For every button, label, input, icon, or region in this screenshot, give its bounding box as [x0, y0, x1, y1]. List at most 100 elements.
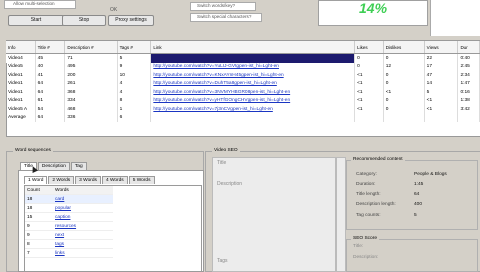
seo-score-label: SEO Score	[351, 236, 379, 241]
start-button[interactable]: Start	[8, 15, 64, 26]
tab-tag[interactable]: Tag	[70, 162, 87, 170]
rec-tag-count-label: Tag counts:	[356, 213, 381, 218]
col-link[interactable]: Link	[150, 41, 356, 54]
cell-views: <1	[424, 105, 459, 114]
cell-views: 22	[424, 53, 459, 63]
table-row[interactable]: Video1 64 368 4 http://youtube.com/watch…	[6, 88, 480, 97]
cell-link[interactable]: http://youtube.com/watch?v=3NVMYHBGR08pe…	[150, 88, 356, 97]
word-count: 9	[25, 230, 53, 240]
word-text[interactable]: popular	[53, 203, 113, 213]
cell-description-count: 495	[64, 62, 118, 71]
multi-select-label: Allow multi-selection	[13, 1, 55, 6]
word-count-table[interactable]: Count Words 18 card 18 popular 15 captio…	[25, 186, 113, 258]
list-item[interactable]: 8 tags	[25, 239, 113, 249]
cell-info: Video5	[6, 62, 36, 71]
word-text[interactable]: caption	[53, 212, 113, 222]
cell-tags-count: 5	[117, 53, 152, 63]
table-row-average[interactable]: Average 64 336 6	[6, 113, 480, 122]
table-row[interactable]: Video5 40 495 9 http://youtube.com/watch…	[6, 62, 480, 71]
table-row[interactable]: Video1 64 261 4 http://youtube.com/watch…	[6, 79, 480, 88]
col-likes[interactable]: Likes	[354, 41, 384, 54]
rec-tag-count-value: 5	[414, 213, 417, 218]
tab-5-words[interactable]: 5 Words	[128, 176, 155, 184]
tab-1-word[interactable]: 1 Word	[24, 176, 48, 184]
cell-duration: 1:38	[457, 96, 480, 105]
col-info[interactable]: Info	[6, 41, 36, 54]
cell-dislikes: 0	[383, 79, 425, 88]
cell-tags-count: 8	[117, 96, 152, 105]
cell-dislikes: 0	[383, 96, 425, 105]
cell-dislikes: 12	[383, 62, 425, 71]
list-item[interactable]: 9 next	[25, 230, 113, 240]
tab-description[interactable]: Description	[37, 162, 70, 170]
cell-link[interactable]: http://youtube.com/watch?v=DuhT5a8gpen-i…	[150, 79, 356, 88]
cell-duration: 2:45	[457, 62, 480, 71]
col-words[interactable]: Words	[53, 186, 113, 195]
cell-views: <1	[424, 96, 459, 105]
list-item[interactable]: 7 links	[25, 248, 113, 258]
rec-description-length-value: 400	[414, 202, 423, 207]
tab-3-words[interactable]: 3 Words	[75, 176, 101, 184]
proxy-settings-button[interactable]: Proxy settings	[108, 15, 154, 26]
word-text[interactable]: card	[53, 194, 113, 204]
word-count-tabs: 1 Word 2 Words 3 Words 4 Words 5 Words	[24, 176, 156, 184]
cell-description-count: 336	[64, 113, 118, 122]
cell-description-count: 468	[64, 105, 118, 114]
results-grid[interactable]: Info Title # Description # Tags # Link L…	[6, 41, 480, 122]
cell-link[interactable]: http://youtube.com/watch?v=yHTfGOngCHVgp…	[150, 96, 356, 105]
list-item[interactable]: 9 resources	[25, 221, 113, 231]
list-item[interactable]: 18 popular	[25, 203, 113, 213]
cell-likes: 0	[354, 62, 384, 71]
cell-info: Video1	[6, 96, 36, 105]
cell-views: 17	[424, 62, 459, 71]
list-item[interactable]: 15 caption	[25, 212, 113, 222]
video-fields-area: Title Description Tags	[212, 157, 336, 272]
cell-info: Video4	[6, 53, 36, 63]
word-text[interactable]: resources	[53, 221, 113, 231]
tab-4-words[interactable]: 4 Words	[101, 176, 128, 184]
progress-panel: 14%	[318, 0, 428, 26]
table-row[interactable]: Video1 41 200 10 http://youtube.com/watc…	[6, 71, 480, 80]
top-checkbox-row[interactable]: Allow multi-selection	[4, 0, 76, 9]
description-field-label: Description	[217, 181, 243, 187]
rec-description-length-label: Description length:	[356, 202, 396, 207]
cell-link-selected[interactable]	[150, 53, 356, 63]
table-row[interactable]: Video1 61 334 8 http://youtube.com/watch…	[6, 96, 480, 105]
table-row[interactable]: Video5 A 54 468 1 http://youtube.com/wat…	[6, 105, 480, 114]
cell-views: 5	[424, 88, 459, 97]
col-views[interactable]: Views	[424, 41, 459, 54]
cell-link[interactable]: http://youtube.com/watch?v=YuLIJ-GVtgpen…	[150, 62, 356, 71]
rec-category-value: People & Blogs	[414, 172, 447, 177]
cell-link[interactable]: http://youtube.com/watch?v=KNxAYnH45gpen…	[150, 71, 356, 80]
cell-likes: <1	[354, 96, 384, 105]
table-row[interactable]: Video4 45 71 5 0 0 22 0:40	[6, 53, 480, 63]
word-text[interactable]: links	[53, 248, 113, 258]
cell-title-count: 45	[35, 53, 66, 63]
col-dislikes[interactable]: Dislikes	[383, 41, 425, 54]
col-title-count[interactable]: Title #	[35, 41, 66, 54]
word-text[interactable]: tags	[53, 239, 113, 249]
tab-2-words[interactable]: 2 Words	[48, 176, 75, 184]
col-tags-count[interactable]: Tags #	[117, 41, 152, 54]
word-text[interactable]: next	[53, 230, 113, 240]
cell-dislikes: 0	[383, 105, 425, 114]
rec-category-label: Category:	[356, 172, 377, 177]
col-count[interactable]: Count	[25, 186, 53, 195]
cell-description-count: 71	[64, 53, 118, 63]
cell-link[interactable]: http://youtube.com/watch?v=7j3nCVgpen-is…	[150, 105, 356, 114]
cell-tags-count: 10	[117, 71, 152, 80]
cell-likes: 0	[354, 53, 384, 63]
col-duration[interactable]: Dur	[457, 41, 480, 54]
switch-chars-checkbox[interactable]: Switch special characters?	[190, 13, 262, 22]
list-item[interactable]: 18 card	[25, 194, 113, 204]
cell-duration	[457, 113, 480, 122]
col-description-count[interactable]: Description #	[64, 41, 118, 54]
cell-info: Video5 A	[6, 105, 36, 114]
cell-info: Average	[6, 113, 36, 122]
right-panel-edge	[430, 0, 480, 36]
word-count: 7	[25, 248, 53, 258]
cell-title-count: 64	[35, 113, 66, 122]
switch-words-checkbox[interactable]: Switch words/key?	[190, 2, 256, 11]
stop-button[interactable]: Stop	[62, 15, 106, 26]
cell-likes: <1	[354, 88, 384, 97]
